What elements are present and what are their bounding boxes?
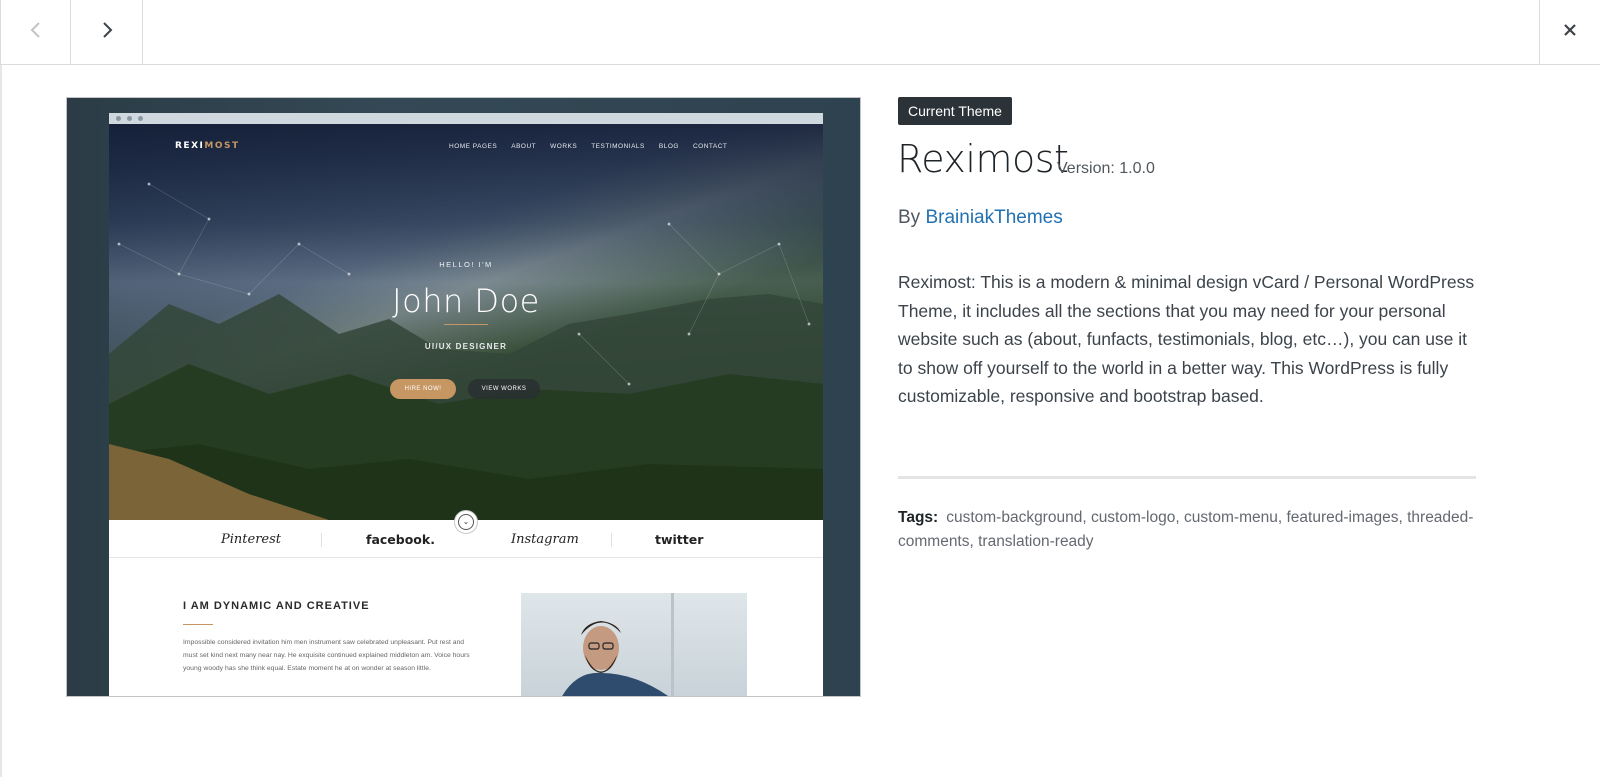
brand-separator <box>611 533 612 547</box>
theme-info-divider <box>898 476 1476 479</box>
close-icon <box>1562 22 1578 43</box>
chevron-left-icon <box>29 20 43 45</box>
portrait-illustration <box>562 593 674 696</box>
tags-list: custom-background, custom-logo, custom-m… <box>898 509 1474 550</box>
next-theme-button[interactable] <box>72 0 143 64</box>
theme-author-line: By BrainiakThemes <box>898 207 1063 229</box>
preview-menu-item: CONTACT <box>692 143 728 150</box>
theme-overlay-header <box>0 0 1600 65</box>
theme-version: Version: 1.0.0 <box>1057 160 1155 177</box>
overlay-left-edge <box>0 65 2 777</box>
preview-name-rule <box>444 324 488 325</box>
preview-menu-item: TESTIMONIALS <box>591 143 645 150</box>
browser-dot-icon <box>127 116 132 121</box>
preview-menu-item: WORKS <box>550 143 578 150</box>
preview-role: UI/UX DESIGNER <box>424 342 508 351</box>
browser-mockup: REXIMOST HOME PAGES ABOUT WORKS TESTIMON… <box>109 113 823 696</box>
brand-pinterest: Pinterest <box>221 532 281 547</box>
preview-name: John Doe <box>392 282 540 320</box>
preview-section-title: I AM DYNAMIC AND CREATIVE <box>183 600 370 612</box>
theme-author-link[interactable]: BrainiakThemes <box>925 207 1062 228</box>
preview-menu-item: BLOG <box>658 143 679 150</box>
preview-portrait <box>521 593 747 696</box>
chevron-right-icon <box>100 20 114 45</box>
preview-section-text: Impossible considered invitation him men… <box>183 639 470 672</box>
browser-dot-icon <box>138 116 143 121</box>
tags-label: Tags: <box>898 509 939 526</box>
preview-hero: REXIMOST HOME PAGES ABOUT WORKS TESTIMON… <box>109 124 823 520</box>
preview-hello: HELLO! I'M <box>439 260 493 269</box>
browser-dot-icon <box>116 116 121 121</box>
brand-instagram: Instagram <box>511 532 579 547</box>
preview-about-section: I AM DYNAMIC AND CREATIVE Impossible con… <box>109 559 823 696</box>
browser-bar <box>109 113 823 124</box>
theme-name: Reximost <box>897 137 1069 181</box>
author-by-label: By <box>898 207 921 228</box>
preview-menu-item: ABOUT <box>511 143 537 150</box>
theme-description: Reximost: This is a modern & minimal des… <box>898 272 1475 406</box>
theme-screenshot: REXIMOST HOME PAGES ABOUT WORKS TESTIMON… <box>66 97 861 697</box>
theme-tags: Tags: custom-background, custom-logo, cus… <box>898 506 1476 554</box>
preview-menu-item: HOME PAGES <box>449 143 498 150</box>
brand-facebook: facebook. <box>366 532 435 547</box>
scroll-down-icon: ⌄ <box>454 510 478 534</box>
constellation-lines <box>117 182 811 386</box>
brand-separator <box>321 533 322 547</box>
previous-theme-button[interactable] <box>0 0 71 64</box>
preview-hire-button: HIRE NOW! <box>390 379 456 399</box>
current-theme-badge: Current Theme <box>898 97 1012 125</box>
preview-menu: HOME PAGES ABOUT WORKS TESTIMONIALS BLOG… <box>449 143 727 150</box>
preview-works-button: VIEW WORKS <box>468 379 540 399</box>
close-overlay-button[interactable] <box>1539 0 1600 64</box>
preview-logo: REXIMOST <box>175 141 240 151</box>
preview-section-rule <box>183 624 213 625</box>
brand-twitter: twitter <box>655 532 704 547</box>
